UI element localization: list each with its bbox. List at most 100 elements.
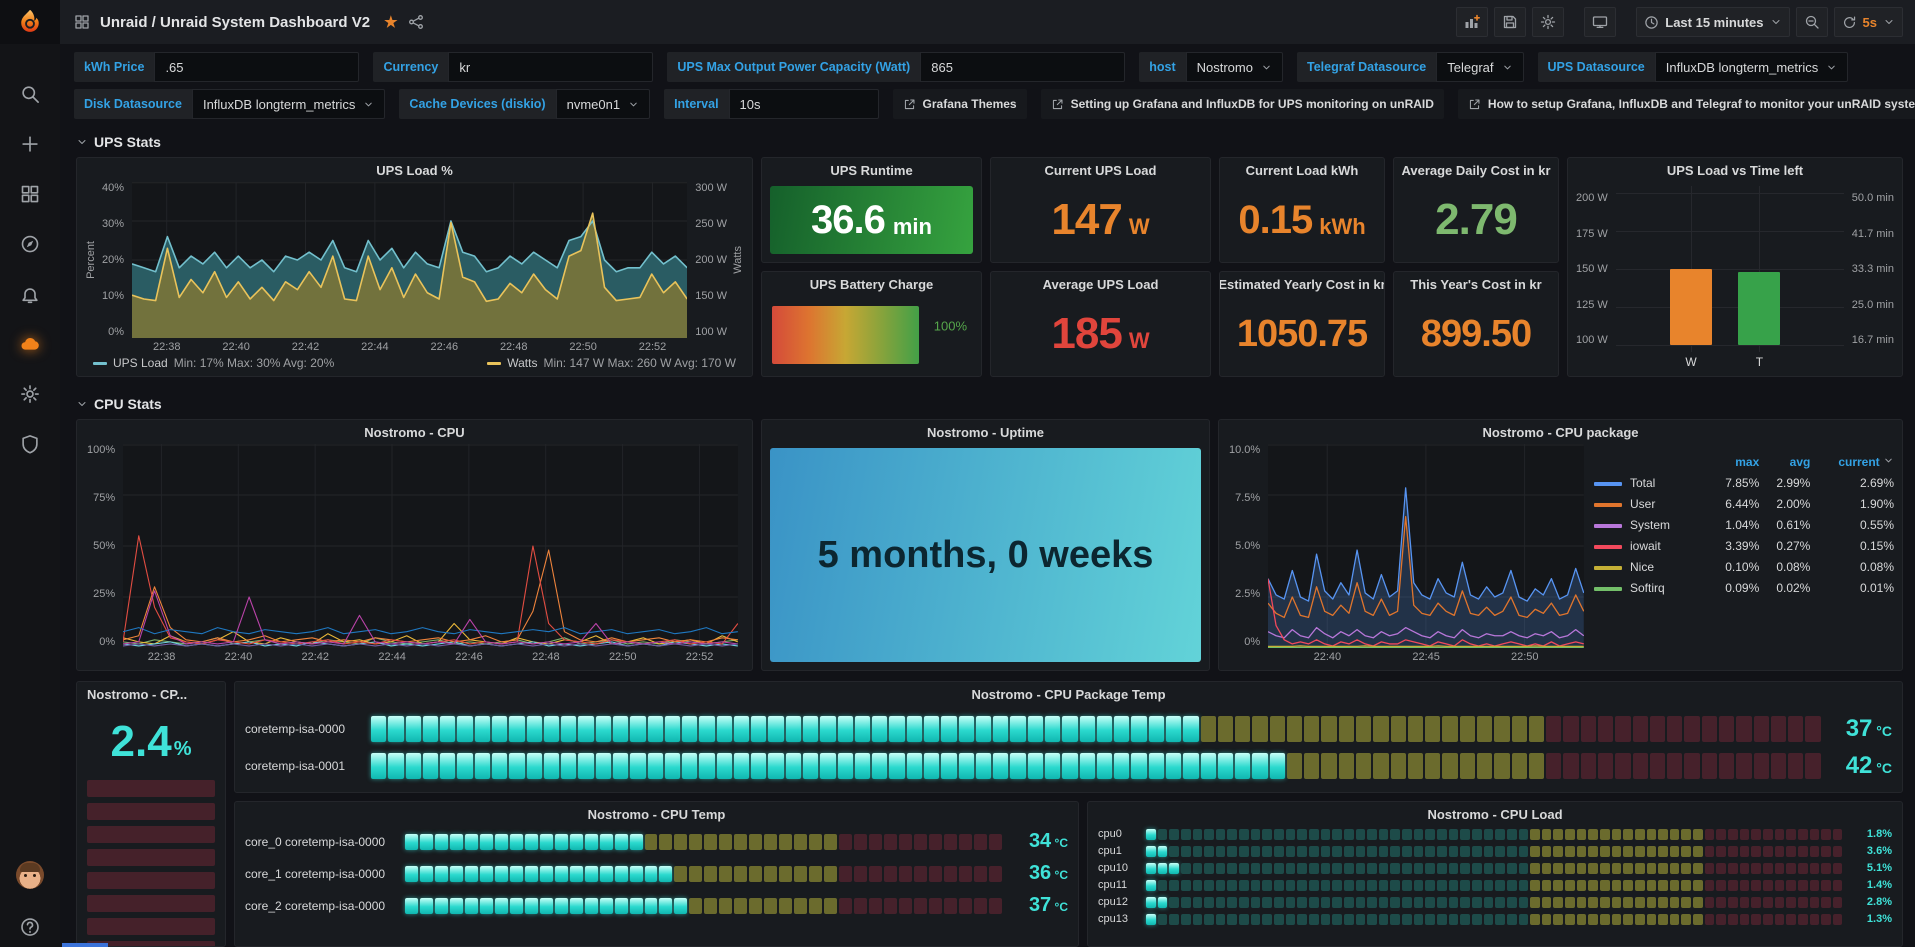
variable-input[interactable]: 865 [920,52,1125,82]
variable-input[interactable]: kr [448,52,653,82]
variable-label: Cache Devices (diskio) [399,89,555,119]
lcd-cell [1810,846,1820,857]
panel-ups-runtime[interactable]: UPS Runtime 36.6 min [761,157,982,263]
panel-avg-daily-cost[interactable]: Average Daily Cost in kr 2.79 [1393,157,1559,263]
lcd-cell [976,753,991,779]
panel-ups-battery[interactable]: UPS Battery Charge 100% [761,271,982,377]
mini-bar [87,872,215,889]
grafana-logo[interactable] [0,0,60,44]
lcd-cell [1460,753,1475,779]
user-avatar[interactable] [12,857,48,893]
legend-row-total[interactable]: Total7.85%2.99%2.69% [1594,476,1894,490]
lcd-cell [1216,897,1226,908]
lcd-cell [1169,880,1179,891]
sidebar-item-configuration[interactable] [12,376,48,412]
legend-item-ups-load[interactable]: UPS LoadMin: 17% Max: 30% Avg: 20% [93,356,334,370]
dashboard-link-grafana-themes[interactable]: Grafana Themes [893,89,1027,119]
lcd-cell [1775,897,1785,908]
panel-ups-load-vs-time[interactable]: UPS Load vs Time left 200 W175 W150 W125… [1567,157,1903,377]
lcd-cell [1705,914,1715,925]
variable-ups-max-output-power-capacity-watt: UPS Max Output Power Capacity (Watt)865 [667,52,1125,82]
panel-uptime[interactable]: Nostromo - Uptime 5 months, 0 weeks [761,419,1210,671]
lcd-cell [1391,716,1406,742]
dashboard-settings-button[interactable] [1532,7,1564,37]
zoom-out-button[interactable] [1796,7,1828,37]
lcd-cell [1588,914,1598,925]
panel-avg-ups-load[interactable]: Average UPS Load 185W [990,271,1211,377]
lcd-cell [794,866,807,882]
tv-icon [1592,14,1608,30]
cycle-view-mode-button[interactable] [1584,7,1616,37]
legend-color-dash [1594,566,1622,570]
legend-header-max[interactable]: max [1708,455,1759,469]
panel-cpu-small[interactable]: Nostromo - CP... 2.4% [76,681,226,947]
sidebar-item-explore[interactable] [12,226,48,262]
lcd-cell [1658,863,1668,874]
panel-cpu-package-temp[interactable]: Nostromo - CPU Package Temp coretemp-isa… [234,681,1903,793]
refresh-picker[interactable]: 5s [1834,7,1903,37]
panel-cpu-temp[interactable]: Nostromo - CPU Temp core_0 coretemp-isa-… [234,801,1079,947]
legend-row-system[interactable]: System1.04%0.61%0.55% [1594,518,1894,532]
section-cpu-stats[interactable]: CPU Stats [76,391,1903,417]
sidebar-item-create[interactable] [12,126,48,162]
sidebar-item-cloud-plugin[interactable] [12,326,48,362]
dashboard-link-setting-up-grafana-and-influxd[interactable]: Setting up Grafana and InfluxDB for UPS … [1041,89,1444,119]
variable-label: UPS Max Output Power Capacity (Watt) [667,52,920,82]
save-dashboard-button[interactable] [1494,7,1526,37]
panel-cpu[interactable]: Nostromo - CPU 100%75%50%25%0% 22:3822:4… [76,419,753,671]
legend-row-nice[interactable]: Nice0.10%0.08%0.08% [1594,560,1894,574]
variable-select[interactable]: nvme0n1 [556,89,650,119]
legend-header-avg[interactable]: avg [1759,455,1810,469]
lcd-cell [1529,753,1544,779]
variable-select[interactable]: InfluxDB longterm_metrics [192,89,385,119]
lcd-cell [855,753,870,779]
time-range-picker[interactable]: Last 15 minutes [1636,7,1789,37]
panel-ups-load[interactable]: UPS Load % Percent40%30%20%10%0% 300 W25… [76,157,753,377]
panel-current-ups-load[interactable]: Current UPS Load 147W [990,157,1211,263]
help-icon[interactable] [12,909,48,945]
lcd-cell [420,866,433,882]
panel-this-year-cost[interactable]: This Year's Cost in kr 899.50 [1393,271,1559,377]
variable-input[interactable]: 10s [729,89,879,119]
breadcrumb[interactable]: Unraid / Unraid System Dashboard V2 ★ [74,13,424,31]
variable-value-text: Nostromo [1197,60,1253,75]
lcd-cell [630,834,643,850]
gauge-row-coretemp-isa-0000: coretemp-isa-000037 °C [245,715,1892,743]
panel-est-yearly-cost[interactable]: Estimated Yearly Cost in kr 1050.75 [1219,271,1385,377]
sidebar-item-dashboards[interactable] [12,176,48,212]
legend-item-watts[interactable]: WattsMin: 147 W Max: 260 W Avg: 170 W [487,356,736,370]
axis-tick: 75% [93,492,115,504]
gauge-row-cpu10: cpu105.1% [1098,862,1892,874]
panel-current-load-kwh[interactable]: Current Load kWh 0.15kWh [1219,157,1385,263]
dashboard-link-how-to-setup-grafana-influxdb-[interactable]: How to setup Grafana, InfluxDB and Teleg… [1458,89,1915,119]
section-ups-stats[interactable]: UPS Stats [76,129,1903,155]
lcd-cell [1775,863,1785,874]
lcd-cell [1716,829,1726,840]
panel-cpu-load[interactable]: Nostromo - CPU Load cpu01.8%cpu13.6%cpu1… [1087,801,1903,947]
axis-tick: 22:44 [378,651,406,663]
sidebar-item-search[interactable] [12,76,48,112]
legend-header-current[interactable]: current [1810,455,1894,469]
share-icon[interactable] [408,14,424,30]
lcd-cell [1775,880,1785,891]
sidebar-item-alerting[interactable] [12,276,48,312]
favorite-star-icon[interactable]: ★ [384,13,397,31]
legend-row-softirq[interactable]: Softirq0.09%0.02%0.01% [1594,581,1894,595]
variable-select[interactable]: Nostromo [1186,52,1283,82]
panel-cpu-package[interactable]: Nostromo - CPU package 10.0%7.5%5.0%2.5%… [1218,419,1903,671]
variable-select[interactable]: Telegraf [1436,52,1523,82]
legend-stat-current: 0.55% [1810,518,1894,532]
variable-input[interactable]: .65 [154,52,359,82]
variable-select[interactable]: InfluxDB longterm_metrics [1655,52,1848,82]
lcd-cell [717,753,732,779]
chevron-down-icon [76,398,88,410]
lcd-cell [1216,829,1226,840]
sidebar-item-server-admin[interactable] [12,426,48,462]
server-admin-icon [20,434,40,454]
lcd-cell [1647,863,1657,874]
lcd-cell [1449,829,1459,840]
legend-row-iowait[interactable]: iowait3.39%0.27%0.15% [1594,539,1894,553]
legend-row-user[interactable]: User6.44%2.00%1.90% [1594,497,1894,511]
add-panel-button[interactable] [1456,7,1488,37]
lcd-cell [704,866,717,882]
